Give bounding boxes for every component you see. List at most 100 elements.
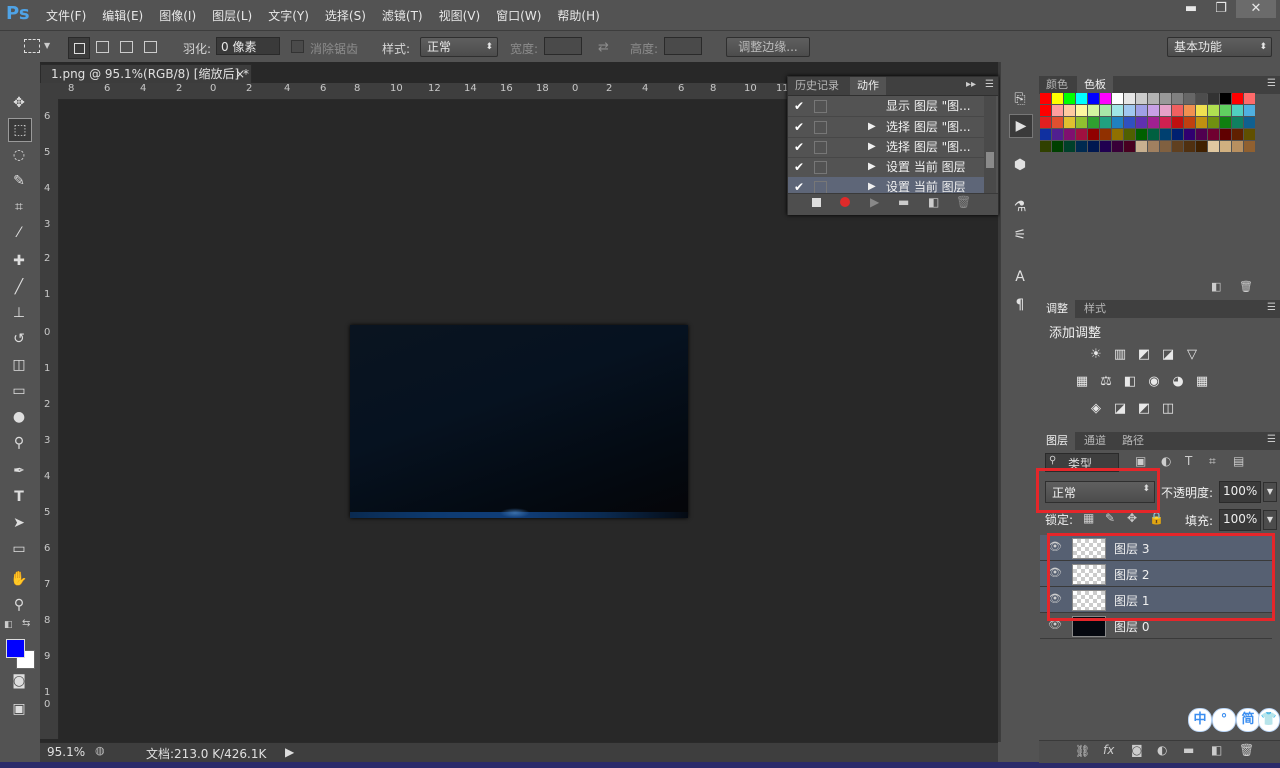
color-swatch[interactable] xyxy=(1244,117,1255,128)
levels-icon[interactable]: ▥ xyxy=(1112,347,1128,363)
color-swatch[interactable] xyxy=(1232,141,1243,152)
menu-select[interactable]: 选择(S) xyxy=(325,7,366,24)
color-swatch[interactable] xyxy=(1196,117,1207,128)
color-swatch[interactable] xyxy=(1172,129,1183,140)
color-swatch[interactable] xyxy=(1136,141,1147,152)
color-swatch[interactable] xyxy=(1052,141,1063,152)
close-button[interactable]: ✕ xyxy=(1236,0,1276,18)
pen-tool-icon[interactable]: ✒ xyxy=(8,460,30,482)
color-swatch[interactable] xyxy=(1052,93,1063,104)
new-selection-icon[interactable] xyxy=(68,37,90,59)
color-swatch[interactable] xyxy=(1148,105,1159,116)
color-swatch[interactable] xyxy=(1100,117,1111,128)
color-swatch[interactable] xyxy=(1064,105,1075,116)
tab-color[interactable]: 颜色 xyxy=(1039,76,1075,94)
posterize-icon[interactable]: ◪ xyxy=(1112,401,1128,417)
dialog-toggle[interactable] xyxy=(814,121,827,134)
color-swatch[interactable] xyxy=(1160,117,1171,128)
panel-menu-icon[interactable]: ☰ xyxy=(1267,302,1276,313)
dialog-toggle[interactable] xyxy=(814,161,827,174)
color-swatch[interactable] xyxy=(1112,141,1123,152)
lock-position-icon[interactable]: ✥ xyxy=(1127,511,1137,525)
color-swatch[interactable] xyxy=(1124,129,1135,140)
color-swatch[interactable] xyxy=(1220,129,1231,140)
tab-paths[interactable]: 路径 xyxy=(1115,432,1151,450)
eyedropper-tool-icon[interactable]: ⁄ xyxy=(8,222,30,244)
opacity-input[interactable]: 100% xyxy=(1219,481,1261,503)
color-swatch[interactable] xyxy=(1232,117,1243,128)
color-swatch[interactable] xyxy=(1112,117,1123,128)
color-swatch[interactable] xyxy=(1112,93,1123,104)
color-swatch[interactable] xyxy=(1232,129,1243,140)
new-group-icon[interactable]: ▬ xyxy=(1183,743,1194,757)
lock-image-icon[interactable]: ✎ xyxy=(1105,511,1115,525)
color-swatch[interactable] xyxy=(1088,105,1099,116)
color-swatch[interactable] xyxy=(1220,105,1231,116)
color-swatch[interactable] xyxy=(1052,129,1063,140)
3d-panel-icon[interactable]: ⬢ xyxy=(1009,154,1031,176)
color-swatch[interactable] xyxy=(1184,141,1195,152)
color-swatch[interactable] xyxy=(1196,141,1207,152)
color-swatch[interactable] xyxy=(1184,105,1195,116)
color-swatch[interactable] xyxy=(1184,93,1195,104)
action-row[interactable]: ✔ ▶ 选择 图层 "图... xyxy=(788,137,984,158)
color-swatch[interactable] xyxy=(1052,105,1063,116)
workspace-select[interactable]: 基本功能 ⬍ xyxy=(1167,37,1272,57)
color-swatch[interactable] xyxy=(1100,141,1111,152)
color-swatch[interactable] xyxy=(1172,141,1183,152)
folder-icon[interactable]: ▬ xyxy=(898,195,909,209)
trash-icon[interactable]: 🗑 xyxy=(956,195,971,209)
lock-transparent-icon[interactable]: ▦ xyxy=(1083,511,1094,525)
color-balance-icon[interactable]: ⚖ xyxy=(1098,374,1114,390)
paragraph-panel-icon[interactable]: ¶ xyxy=(1009,294,1031,316)
black-white-icon[interactable]: ◧ xyxy=(1122,374,1138,390)
stop-icon[interactable] xyxy=(812,198,821,207)
color-swatch[interactable] xyxy=(1196,129,1207,140)
play-icon[interactable]: ▶ xyxy=(870,195,879,209)
crop-tool-icon[interactable]: ⌗ xyxy=(8,196,30,218)
color-swatch[interactable] xyxy=(1088,141,1099,152)
color-swatch[interactable] xyxy=(1172,105,1183,116)
color-swatch[interactable] xyxy=(1232,93,1243,104)
color-swatch[interactable] xyxy=(1232,105,1243,116)
check-icon[interactable]: ✔ xyxy=(794,117,804,137)
brush-panel-icon[interactable]: ⚟ xyxy=(1009,224,1031,246)
gradient-tool-icon[interactable]: ▭ xyxy=(8,380,30,402)
check-icon[interactable]: ✔ xyxy=(794,157,804,177)
dodge-tool-icon[interactable]: ⚲ xyxy=(8,432,30,454)
menu-view[interactable]: 视图(V) xyxy=(439,7,481,24)
menu-window[interactable]: 窗口(W) xyxy=(496,7,541,24)
ime-punctuation-icon[interactable]: ° xyxy=(1212,708,1236,732)
color-swatch[interactable] xyxy=(1160,129,1171,140)
swap-icon[interactable]: ⇄ xyxy=(598,40,609,55)
color-swatch[interactable] xyxy=(1172,93,1183,104)
color-swatch[interactable] xyxy=(1076,105,1087,116)
color-swatch[interactable] xyxy=(1064,93,1075,104)
action-row[interactable]: ✔ ▶ 设置 当前 图层 xyxy=(788,157,984,178)
menu-layer[interactable]: 图层(L) xyxy=(212,7,252,24)
menu-help[interactable]: 帮助(H) xyxy=(557,7,599,24)
hand-tool-icon[interactable]: ✋ xyxy=(8,568,30,590)
invert-icon[interactable]: ◈ xyxy=(1088,401,1104,417)
fill-dropdown-icon[interactable]: ▼ xyxy=(1263,510,1277,530)
color-swatch[interactable] xyxy=(1160,105,1171,116)
lock-all-icon[interactable]: 🔒 xyxy=(1149,511,1164,525)
filter-adjustment-icon[interactable]: ◐ xyxy=(1161,454,1171,468)
panel-menu-icon[interactable]: ☰ xyxy=(985,79,994,90)
tab-actions[interactable]: 动作 xyxy=(850,77,886,95)
color-swatch[interactable] xyxy=(1244,141,1255,152)
brightness-contrast-icon[interactable]: ☀ xyxy=(1088,347,1104,363)
color-swatch[interactable] xyxy=(1208,141,1219,152)
delete-swatch-icon[interactable]: 🗑 xyxy=(1239,280,1253,293)
color-swatch[interactable] xyxy=(1148,93,1159,104)
color-swatch[interactable] xyxy=(1100,129,1111,140)
add-selection-icon[interactable] xyxy=(96,41,109,53)
tab-swatches[interactable]: 色板 xyxy=(1077,76,1113,94)
dialog-toggle[interactable] xyxy=(814,141,827,154)
stamp-tool-icon[interactable]: ⊥ xyxy=(8,302,30,324)
eraser-tool-icon[interactable]: ◫ xyxy=(8,354,30,376)
color-swatch[interactable] xyxy=(1148,129,1159,140)
color-swatch[interactable] xyxy=(1112,105,1123,116)
status-menu-arrow-icon[interactable]: ▶ xyxy=(285,745,294,759)
color-swatch[interactable] xyxy=(1064,141,1075,152)
